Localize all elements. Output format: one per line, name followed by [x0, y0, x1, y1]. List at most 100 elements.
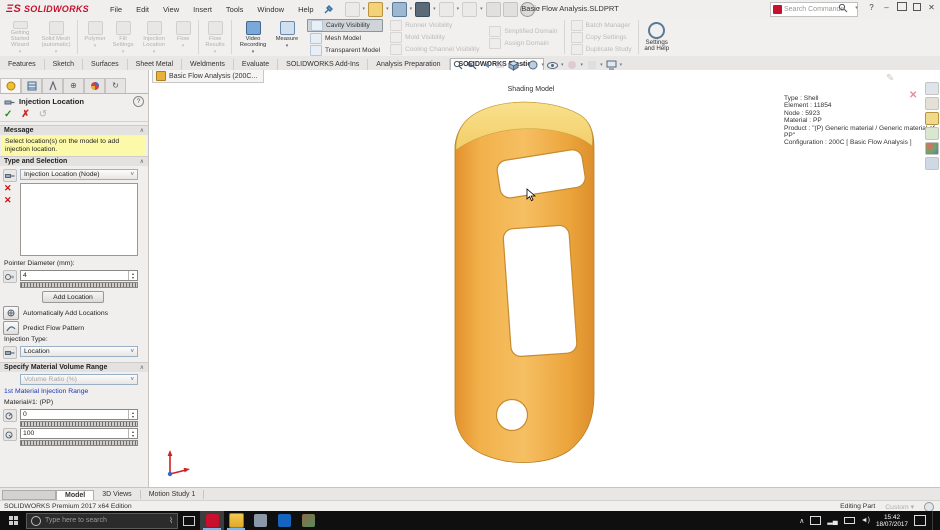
spinner-arrows[interactable]: ▲▼	[128, 410, 137, 419]
hide-show-items-eye-icon[interactable]	[547, 60, 558, 71]
custom-properties-icon[interactable]	[925, 157, 939, 170]
help-button[interactable]: ?	[865, 3, 878, 12]
plastics-study-tab[interactable]	[0, 78, 21, 93]
assign-domain-button[interactable]: Assign Domain	[486, 38, 560, 49]
taskbar-file-explorer[interactable]	[224, 511, 248, 530]
range-min-slider[interactable]	[20, 421, 138, 427]
view-palette-icon[interactable]	[925, 127, 939, 140]
type-selection-section-header[interactable]: Type and Selection∧	[0, 156, 148, 166]
menu-file[interactable]: File	[103, 2, 129, 17]
simulation-manager-tab[interactable]: ↻	[105, 78, 126, 93]
display-style-icon[interactable]	[528, 60, 539, 71]
menu-tools[interactable]: Tools	[219, 2, 251, 17]
ribbon-flow-results[interactable]: Flow Results▾	[202, 19, 228, 55]
range-max-slider[interactable]	[20, 440, 138, 446]
tab-motion-study[interactable]: Motion Study 1	[141, 490, 205, 499]
taskbar-app-3[interactable]	[248, 511, 272, 530]
horizontal-scrollbar[interactable]	[2, 490, 56, 500]
taskbar-search-box[interactable]: Type here to search ⌇	[26, 513, 178, 529]
tab-features[interactable]: Features	[0, 59, 45, 70]
microphone-icon[interactable]: ⌇	[169, 516, 173, 525]
open-icon[interactable]	[368, 2, 383, 17]
tab-model[interactable]: Model	[56, 490, 94, 500]
custom-dropdown[interactable]: Custom ▾	[885, 503, 914, 511]
spinner-arrows[interactable]: ▲▼	[128, 271, 137, 280]
volume-ratio-dropdown[interactable]: Volume Ratio (%)˅	[20, 374, 138, 385]
document-tab[interactable]: Basic Flow Analysis (200C...	[152, 70, 264, 83]
configuration-manager-tab[interactable]: ⊕	[63, 78, 84, 93]
globe-icon[interactable]	[924, 502, 934, 512]
menu-view[interactable]: View	[156, 2, 186, 17]
ribbon-video-recording[interactable]: Video Recording▾	[235, 19, 271, 55]
delete-all-selections-icon[interactable]: ✕	[4, 196, 12, 205]
battery-tray-icon[interactable]	[844, 517, 855, 524]
ribbon-getting-started-wizard[interactable]: Getting Started Wizard▾	[2, 19, 38, 55]
settings-and-help-button[interactable]: Settings and Help	[640, 18, 674, 56]
edit-appearance-icon[interactable]	[567, 60, 578, 71]
taskbar-clock[interactable]: 15:42 18/07/2017	[876, 514, 908, 528]
auto-add-locations-row[interactable]: Automatically Add Locations	[3, 306, 108, 320]
tab-solidworks-addins[interactable]: SOLIDWORKS Add-Ins	[278, 59, 368, 70]
ribbon-solid-mesh[interactable]: Solid Mesh (automatic)▾	[38, 19, 74, 55]
previous-view-icon[interactable]	[480, 60, 491, 71]
simplified-domain-button[interactable]: Simplified Domain	[486, 26, 560, 37]
panel-help-icon[interactable]: ?	[133, 96, 144, 107]
restore-button[interactable]	[895, 2, 908, 13]
pointer-diameter-slider[interactable]	[20, 282, 138, 288]
view-settings-monitor-icon[interactable]	[606, 60, 617, 71]
search-dropdown-caret[interactable]: ▾	[850, 5, 863, 11]
tab-analysis-preparation[interactable]: Analysis Preparation	[368, 59, 449, 70]
menu-window[interactable]: Window	[250, 2, 291, 17]
property-manager-tab[interactable]	[42, 78, 63, 93]
hidden-icons-chevron[interactable]: ∧	[799, 517, 804, 525]
spinner-arrows[interactable]: ▲▼	[128, 429, 137, 438]
range-max-spinbox[interactable]: 100 ▲▼	[20, 428, 138, 439]
taskbar-app-5[interactable]	[296, 511, 320, 530]
close-button[interactable]: ✕	[925, 3, 938, 12]
cooling-channel-visibility-button[interactable]: Cooling Channel Visibility	[387, 44, 482, 55]
ribbon-fill-settings[interactable]: Fill Settings▾	[109, 19, 137, 55]
menu-help[interactable]: Help	[291, 2, 320, 17]
tab-sheet-metal[interactable]: Sheet Metal	[128, 59, 182, 70]
appearances-scenes-icon[interactable]	[925, 142, 939, 155]
apply-scene-icon[interactable]	[586, 60, 597, 71]
copy-settings-button[interactable]: Copy Settings	[568, 32, 635, 43]
ribbon-polymer[interactable]: Polymer▾	[81, 19, 109, 55]
view-orientation-cube-icon[interactable]	[508, 60, 519, 71]
undo-button[interactable]: ↺	[39, 109, 47, 120]
action-center-icon[interactable]	[914, 515, 926, 526]
volume-tray-icon[interactable]: ◄)	[861, 517, 870, 524]
pointer-diameter-spinbox[interactable]: 4 ▲▼	[20, 270, 138, 281]
new-document-icon[interactable]	[345, 2, 360, 17]
fullscreen-button[interactable]	[910, 3, 923, 13]
redo-icon[interactable]	[462, 2, 477, 17]
volume-range-section-header[interactable]: Specify Material Volume Range∧	[0, 362, 148, 372]
injection-location-type-dropdown[interactable]: Injection Location (Node)˅	[20, 169, 138, 180]
show-desktop-button[interactable]	[932, 511, 936, 530]
print-icon[interactable]	[415, 2, 430, 17]
batch-manager-button[interactable]: Batch Manager	[568, 20, 635, 31]
cancel-button[interactable]: ✗	[21, 109, 29, 120]
menu-insert[interactable]: Insert	[186, 2, 219, 17]
tab-evaluate[interactable]: Evaluate	[234, 59, 278, 70]
undo-icon[interactable]	[439, 2, 454, 17]
runner-visibility-button[interactable]: Runner Visibility	[387, 20, 482, 31]
message-section-header[interactable]: Message∧	[0, 125, 148, 135]
ribbon-measure[interactable]: Measure▾	[271, 19, 303, 55]
dismiss-info-close-icon[interactable]: ✕	[909, 90, 917, 101]
tab-3d-views[interactable]: 3D Views	[94, 490, 140, 499]
delete-selection-icon[interactable]: ✕	[4, 184, 12, 193]
tab-surfaces[interactable]: Surfaces	[83, 59, 128, 70]
taskbar-solidworks[interactable]	[200, 511, 224, 530]
search-icon[interactable]	[838, 3, 848, 13]
network-tray-icon[interactable]: ▂▄	[827, 517, 837, 525]
display-tray-icon[interactable]	[810, 516, 821, 525]
cavity-visibility-button[interactable]: Cavity Visibility	[307, 19, 383, 32]
task-view-button[interactable]	[178, 516, 200, 526]
tab-weldments[interactable]: Weldments	[182, 59, 234, 70]
duplicate-study-button[interactable]: Duplicate Study	[568, 44, 635, 55]
model-3d-shell[interactable]	[420, 95, 620, 470]
menu-edit[interactable]: Edit	[129, 2, 156, 17]
range-min-spinbox[interactable]: 0 ▲▼	[20, 409, 138, 420]
predict-flow-pattern-row[interactable]: Predict Flow Pattern	[3, 321, 84, 335]
